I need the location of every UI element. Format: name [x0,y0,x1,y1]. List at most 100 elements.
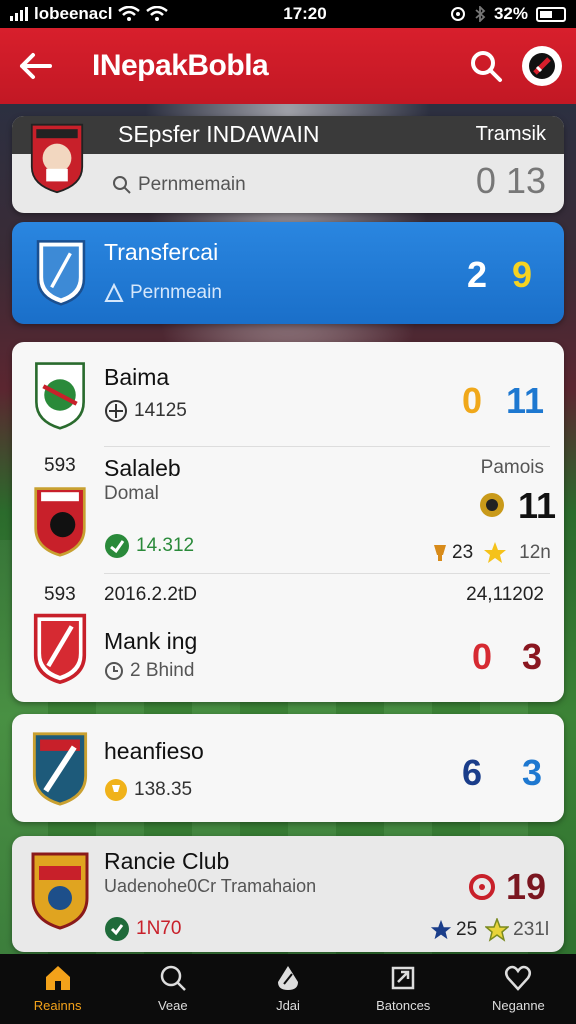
match-list-card: Baima 14125 0 11 593 Salaleb Domal Pamoi… [12,342,564,702]
selected-match-card[interactable]: Transfercai Pernmeain 2 9 [12,222,564,324]
shield-check-icon [105,917,129,941]
nav-item-home[interactable]: Reainns [0,954,115,1024]
featured-score: 0 13 [475,160,546,201]
bottom-nav: Reainns Veae Jdai Batonces Neganne [0,954,576,1024]
pin-icon [104,283,124,302]
row-sub: Domal [104,483,159,504]
signal-icon [10,7,28,21]
row-name: Salaleb [104,455,181,481]
row-score-home: 0 [472,636,493,677]
team-crest [30,123,84,194]
team-crest [31,852,89,930]
nav-item-favorites[interactable]: Neganne [461,954,576,1024]
match-sub-text: 138.35 [134,779,193,800]
featured-title: SEpsfer INDAWAIN [118,121,320,147]
match-value: 1N70 [104,916,181,942]
match-card[interactable]: Rancie Club Uadenohe0Cr Tramahaion 1N70 … [12,836,564,952]
back-arrow-icon[interactable] [14,44,58,88]
match-ratings: 25 231l [430,918,549,942]
row-score-away: 3 [522,636,543,677]
battery-percent: 32% [493,4,528,23]
match-value-text: 1N70 [136,918,182,939]
team-crest [34,487,86,557]
match-name: Rancie Club [104,848,230,874]
match-sub: Uadenohe0Cr Tramahaion [104,876,317,896]
team-crest [36,240,86,306]
trophy-icon [434,545,446,561]
row-date-right: 24,11202 [466,584,544,605]
match-score-away: 3 [522,752,543,793]
selected-name: Transfercai [104,239,219,265]
match-sub: 138.35 [104,778,192,802]
row-name: Baima [104,364,170,390]
heart-icon [505,965,532,991]
match-score-away: 19 [506,866,547,907]
row-sub-text: 14125 [134,400,187,421]
wifi-icon [118,6,141,21]
row-index: 593 [44,584,76,605]
row-score-home: 0 [462,380,483,421]
trophy-icon [105,779,127,801]
row-value: 14.312 [104,533,194,559]
match-card[interactable]: heanfieso 138.35 6 3 [12,714,564,822]
carrier-label: lobeenacl [34,4,113,23]
home-icon [45,966,70,990]
match-score-home: 6 [462,752,483,793]
flame-icon [469,874,495,900]
row-sub: 14125 [104,399,187,423]
row-sub: 2 Bhind [104,660,194,682]
profile-avatar[interactable] [522,46,562,86]
nav-label: Jdai [276,998,300,1013]
featured-subtitle: Pernmemain [112,174,246,196]
bluetooth-icon [475,6,486,22]
selected-score-home: 2 [467,254,488,295]
ball-icon [105,400,127,422]
match-rating-a: 25 [456,919,478,940]
row-score-away: 11 [506,380,545,421]
team-crest [33,613,87,684]
star-icon [430,919,452,940]
team-crest [35,362,85,430]
app-title: INepakBobla [92,49,269,82]
team-crest [32,732,88,806]
row-date: 2016.2.2tD [104,584,197,605]
row-extra-text: 12n [519,542,551,563]
battery-icon [536,6,566,22]
location-icon [450,7,465,21]
app-bar: INepakBobla [0,28,576,104]
nav-label: Veae [157,998,188,1013]
selected-subtitle-text: Pernmeain [130,282,222,303]
selected-score-away: 9 [512,254,533,295]
search-icon [160,965,186,991]
row-sub-text: 2 Bhind [130,660,195,681]
row-rating-text: 23 [452,542,474,563]
drop-icon [278,966,298,990]
nav-label: Reainns [33,998,82,1013]
match-rating-b: 231l [513,919,550,940]
clock: 17:20 [283,4,327,23]
row-rating: 23 12n [432,541,551,565]
star-icon [484,542,507,563]
selected-subtitle: Pernmeain [104,282,222,304]
row-index: 593 [44,455,76,476]
nav-item-drop[interactable]: Jdai [230,954,345,1024]
search-icon[interactable] [464,44,508,88]
list-item[interactable]: 593 Salaleb Domal Pamois 14.312 11 23 12… [12,447,564,573]
star-outline-icon [485,918,510,942]
row-score-away: 11 [518,485,557,526]
row-right-label: Pamois [480,457,544,478]
status-bar: lobeenacl 17:20 32% [0,0,576,28]
list-item[interactable]: Baima 14125 0 11 [12,342,564,446]
nav-item-search[interactable]: Veae [115,954,230,1024]
featured-subtitle-text: Pernmemain [138,174,246,195]
check-circle-icon [105,534,129,558]
featured-match-card[interactable]: SEpsfer INDAWAIN Tramsik Pernmemain 0 13 [12,116,564,213]
match-name: heanfieso [104,738,204,764]
medal-icon [480,493,504,517]
clock-icon [105,662,123,680]
nav-item-share[interactable]: Batonces [346,954,461,1024]
list-item[interactable]: 593 2016.2.2tD 24,11202 Mank ing 2 Bhind… [12,574,564,700]
share-icon [391,966,415,990]
row-value-text: 14.312 [136,535,195,556]
row-name: Mank ing [104,628,198,654]
